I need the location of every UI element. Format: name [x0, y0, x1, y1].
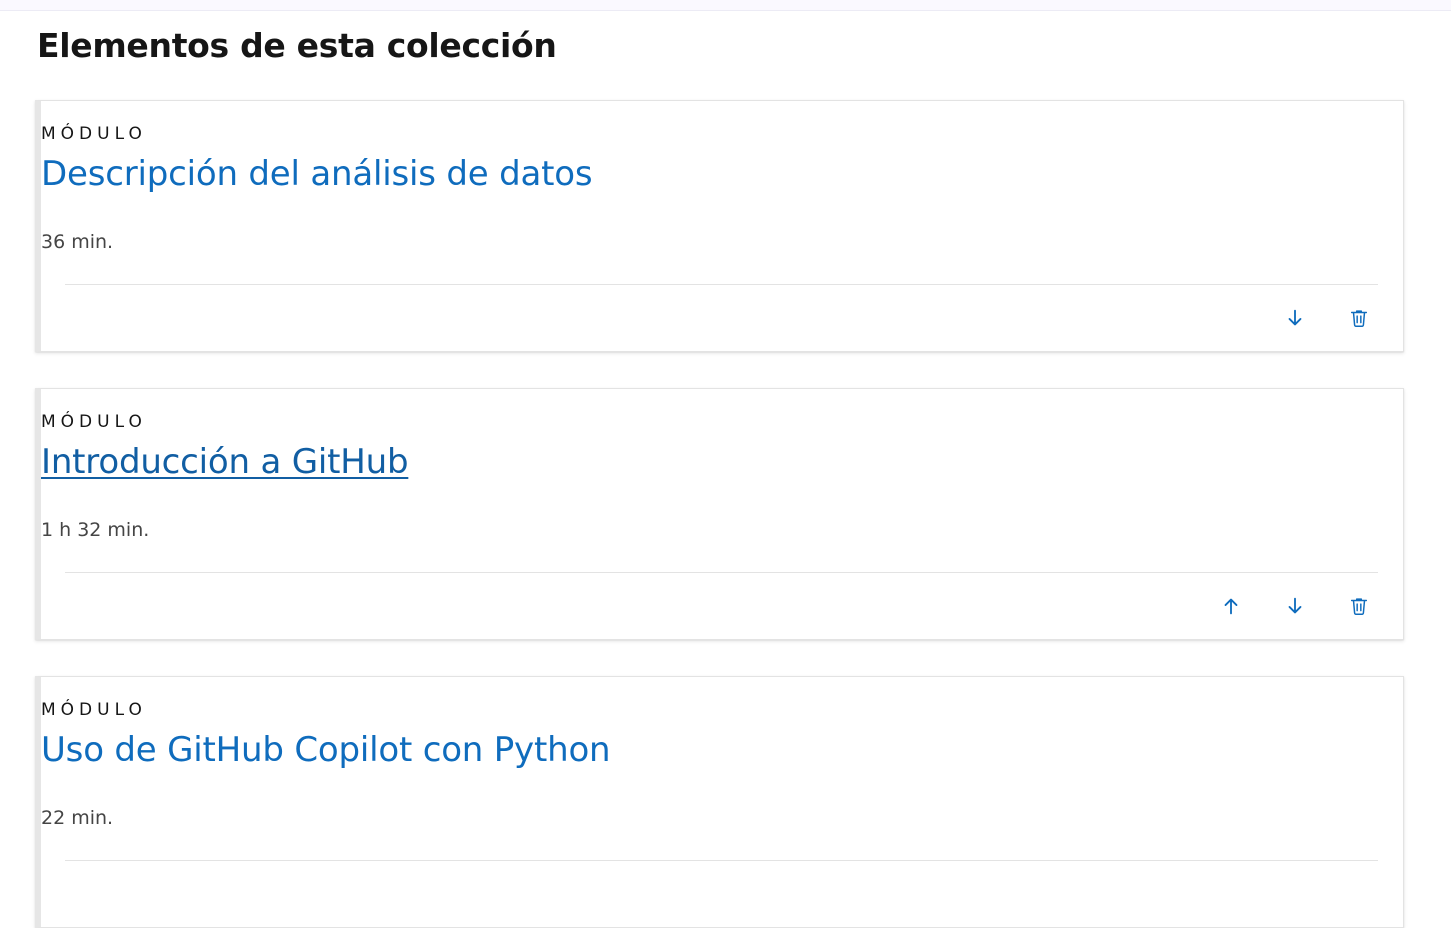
section-title: Elementos de esta colección [37, 26, 557, 65]
item-duration: 22 min. [41, 807, 114, 829]
card-actions [1215, 590, 1375, 622]
collection-item-card: MÓDULO Introducción a GitHub 1 h 32 min. [35, 388, 1404, 640]
item-type-label: MÓDULO [41, 700, 147, 720]
item-type-label: MÓDULO [41, 124, 147, 144]
card-divider [65, 860, 1378, 861]
item-title-link[interactable]: Descripción del análisis de datos [41, 154, 593, 194]
trash-icon [1350, 598, 1368, 615]
item-duration: 36 min. [41, 231, 114, 253]
delete-button[interactable] [1343, 590, 1375, 622]
item-type-label: MÓDULO [41, 412, 147, 432]
card-divider [65, 572, 1378, 573]
arrow-down-icon [1288, 309, 1302, 326]
trash-icon [1350, 310, 1368, 327]
item-title-link[interactable]: Introducción a GitHub [41, 442, 409, 482]
collection-item-card: MÓDULO Uso de GitHub Copilot con Python … [35, 676, 1404, 928]
card-actions [1279, 302, 1375, 334]
arrow-up-icon [1224, 598, 1238, 615]
move-down-button[interactable] [1279, 590, 1311, 622]
top-strip [0, 0, 1451, 11]
item-title-link[interactable]: Uso de GitHub Copilot con Python [41, 730, 611, 770]
collection-item-card: MÓDULO Descripción del análisis de datos… [35, 100, 1404, 352]
arrow-down-icon [1288, 597, 1302, 614]
card-divider [65, 284, 1378, 285]
delete-button[interactable] [1343, 302, 1375, 334]
move-down-button[interactable] [1279, 302, 1311, 334]
item-duration: 1 h 32 min. [41, 519, 150, 541]
move-up-button[interactable] [1215, 590, 1247, 622]
